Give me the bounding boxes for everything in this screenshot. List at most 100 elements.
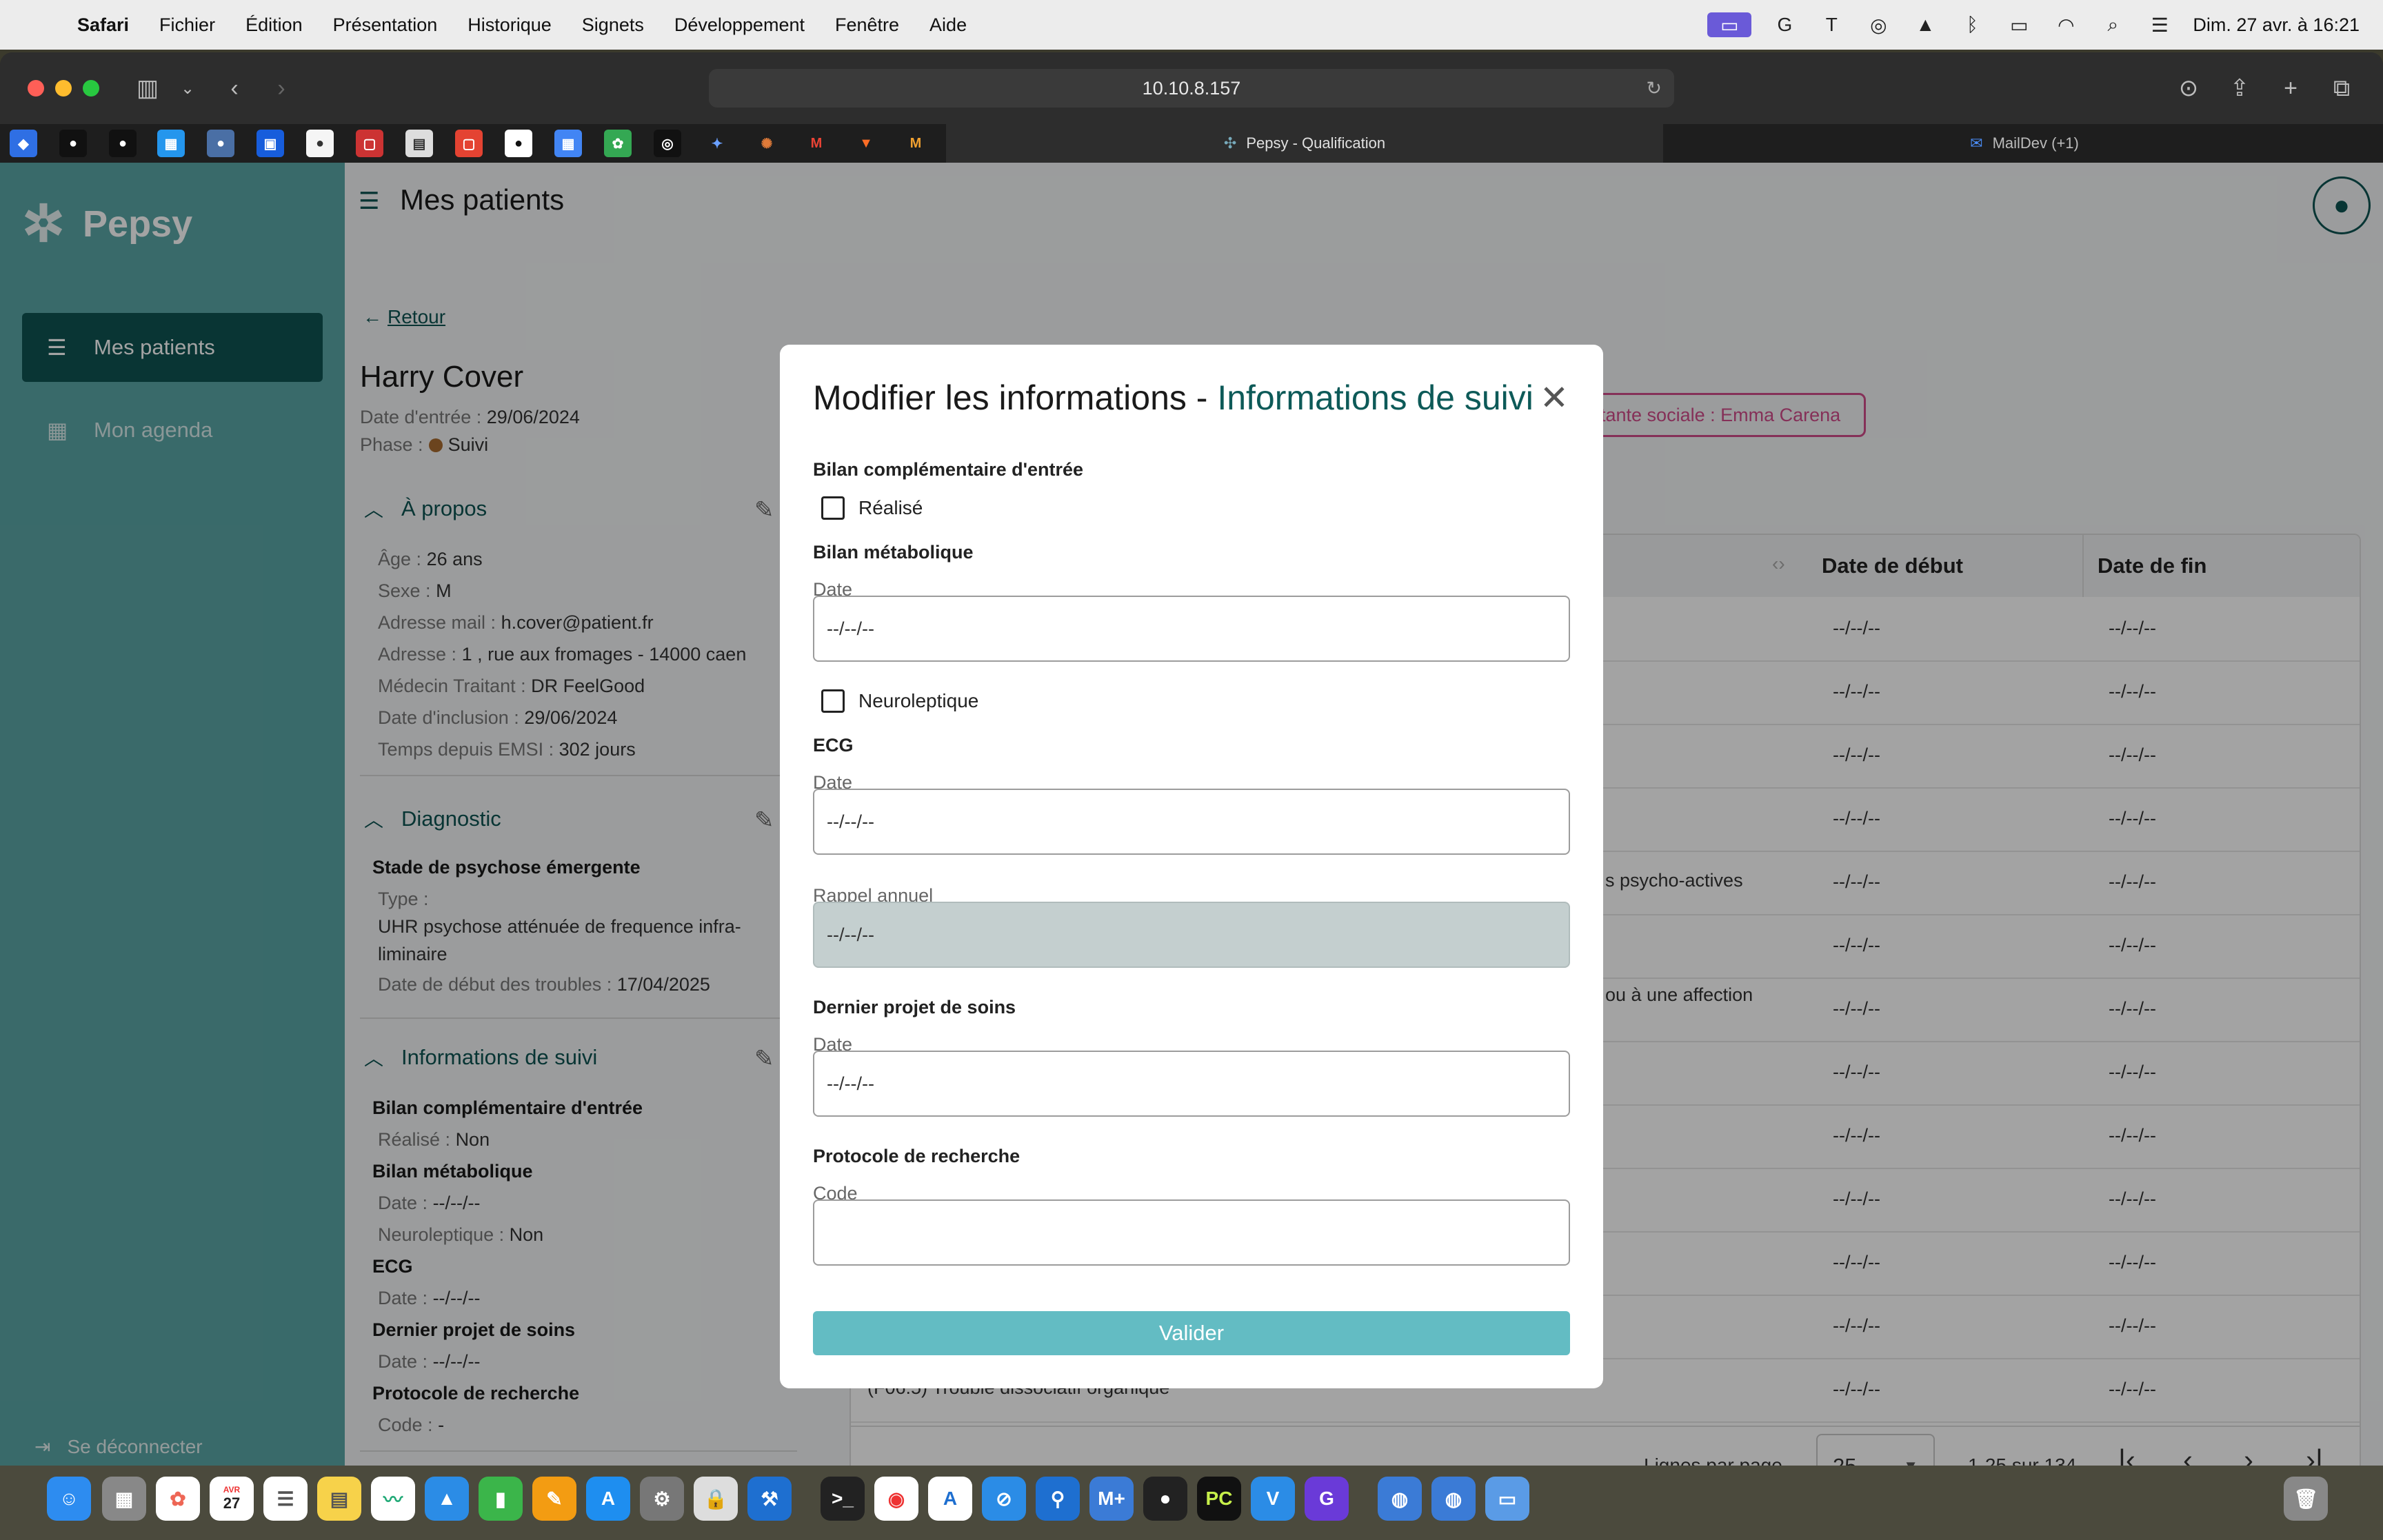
app-store-icon[interactable]: A — [586, 1477, 630, 1521]
favorite-google-calendar-icon[interactable]: ▦ — [554, 130, 582, 157]
pepsy-app: ✲ Pepsy ☰ Mes patients ▦ Mon agenda ⇥ Se… — [0, 163, 2383, 1466]
instruments-icon[interactable]: A — [928, 1477, 972, 1521]
maps-icon[interactable]: ⚲ — [1036, 1477, 1080, 1521]
menu-fenetre[interactable]: Fenêtre — [835, 14, 899, 36]
tab-pepsy[interactable]: ✣ Pepsy - Qualification — [946, 124, 1663, 163]
chevron-down-icon[interactable]: ⌄ — [172, 73, 203, 103]
macos-menubar: Safari Fichier Édition Présentation Hist… — [0, 0, 2383, 50]
tab-overview-icon[interactable]: ⧉ — [2326, 73, 2357, 103]
validate-button[interactable]: Valider — [813, 1311, 1570, 1355]
favorite-calendar-icon[interactable]: ▤ — [405, 130, 433, 157]
pycharm-icon[interactable]: PC — [1197, 1477, 1241, 1521]
favorite-bitwarden-icon[interactable]: ▣ — [257, 130, 284, 157]
screen-mirroring-icon[interactable]: ▭ — [1707, 12, 1752, 37]
menu-aide[interactable]: Aide — [929, 14, 967, 36]
favorite-claude-icon[interactable]: ✺ — [753, 130, 781, 157]
projet-date-field[interactable]: --/--/-- — [813, 1051, 1570, 1117]
code-input[interactable] — [813, 1199, 1570, 1266]
network-icon[interactable]: ◍ — [1378, 1477, 1422, 1521]
bluetooth-icon[interactable]: ᛒ — [1958, 12, 1986, 37]
security-icon[interactable]: 🔒 — [694, 1477, 738, 1521]
calendar-app-icon[interactable]: AVR 27 — [210, 1477, 254, 1521]
pepsy-favicon-icon: ✣ — [1223, 134, 1237, 152]
launchpad-icon[interactable]: ▦ — [102, 1477, 146, 1521]
pages-icon[interactable]: ✎ — [532, 1477, 576, 1521]
menubar-clock[interactable]: Dim. 27 avr. à 16:21 — [2193, 14, 2360, 36]
favorite-plex-icon[interactable]: ● — [306, 130, 334, 157]
favorite-jira-icon[interactable]: ◆ — [10, 130, 37, 157]
menubar-tray: ▭ G T ◎ ▲ ᛒ ▭ ◠ ⌕ ☰ Dim. 27 avr. à 16:21 — [1707, 0, 2360, 50]
vpn-icon[interactable]: ◎ — [1864, 12, 1892, 37]
favorite-todoist-icon[interactable]: ▢ — [455, 130, 483, 157]
close-window-button[interactable] — [28, 80, 44, 97]
menu-presentation[interactable]: Présentation — [333, 14, 438, 36]
control-center-icon[interactable]: ☰ — [2146, 12, 2173, 37]
menu-app-name[interactable]: Safari — [77, 14, 129, 36]
numbers-icon[interactable]: ▮ — [479, 1477, 523, 1521]
checkbox-box[interactable] — [821, 496, 845, 520]
sidebar-toggle-icon[interactable]: ▥ — [132, 73, 163, 103]
menu-fichier[interactable]: Fichier — [159, 14, 215, 36]
chrome-icon[interactable]: ◉ — [874, 1477, 918, 1521]
wifi-icon[interactable]: ◠ — [2052, 12, 2080, 37]
macos-dock: ☺ ▦ ✿ AVR 27 ☰ ▤ 〰 ▲ ▮ ✎ A ⚙ 🔒 ⚒ >_ ◉ A … — [0, 1466, 2383, 1540]
menu-edition[interactable]: Édition — [245, 14, 303, 36]
menu-developpement[interactable]: Développement — [674, 14, 805, 36]
new-tab-icon[interactable]: + — [2275, 73, 2306, 103]
share-icon[interactable]: ⇪ — [2224, 73, 2255, 103]
favorite-gitlab-profile-icon[interactable]: ● — [207, 130, 234, 157]
minimize-window-button[interactable] — [55, 80, 72, 97]
notes-icon[interactable]: ▤ — [317, 1477, 361, 1521]
mplus-icon[interactable]: M+ — [1089, 1477, 1134, 1521]
vscode-icon[interactable]: V — [1251, 1477, 1295, 1521]
finder-icon[interactable]: ☺ — [47, 1477, 91, 1521]
github-desktop-icon[interactable]: ● — [1143, 1477, 1187, 1521]
tt-icon[interactable]: T — [1818, 12, 1845, 37]
ecg-date-field[interactable]: --/--/-- — [813, 789, 1570, 855]
favorite-gemini-icon[interactable]: ✦ — [703, 130, 731, 157]
realise-checkbox[interactable]: Réalisé — [821, 496, 923, 520]
metabolique-date-field[interactable]: --/--/-- — [813, 596, 1570, 662]
safari-icon[interactable]: ⊘ — [982, 1477, 1026, 1521]
zoom-window-button[interactable] — [83, 80, 99, 97]
terminal-icon[interactable]: >_ — [821, 1477, 865, 1521]
favorite-google-photos-icon[interactable]: ✿ — [604, 130, 632, 157]
battery-icon[interactable]: ▭ — [2005, 12, 2033, 37]
favorite-gitlab-icon[interactable]: ▼ — [852, 130, 880, 157]
reminders-icon[interactable]: ☰ — [263, 1477, 308, 1521]
favorite-openai-icon[interactable]: ◎ — [654, 130, 681, 157]
url-bar[interactable]: 10.10.8.157 ↻ — [709, 69, 1674, 108]
keynote-icon[interactable]: ▲ — [425, 1477, 469, 1521]
checkbox-box[interactable] — [821, 689, 845, 713]
rappel-annuel-value: --/--/-- — [827, 924, 874, 945]
notch-icon[interactable]: ▲ — [1911, 12, 1939, 37]
search-icon[interactable]: ⌕ — [2099, 12, 2126, 37]
tab-maildev[interactable]: ✉ MailDev (+1) — [1666, 124, 2383, 163]
gitkraken-icon[interactable]: G — [1305, 1477, 1349, 1521]
reload-icon[interactable]: ↻ — [1646, 78, 1662, 99]
back-icon[interactable]: ‹ — [219, 73, 250, 103]
metabolique-date-value: --/--/-- — [827, 618, 874, 639]
menu-historique[interactable]: Historique — [467, 14, 552, 36]
network2-icon[interactable]: ◍ — [1431, 1477, 1476, 1521]
favorite-github-icon[interactable]: ● — [59, 130, 87, 157]
system-settings-icon[interactable]: ⚙ — [640, 1477, 684, 1521]
downloads-folder-icon[interactable]: ▭ — [1485, 1477, 1529, 1521]
photos-icon[interactable]: ✿ — [156, 1477, 200, 1521]
freeform-icon[interactable]: 〰 — [371, 1477, 415, 1521]
grammarly-icon[interactable]: G — [1771, 12, 1798, 37]
projet-date-value: --/--/-- — [827, 1073, 874, 1094]
favorite-gmail2-icon[interactable]: M — [902, 130, 929, 157]
trash-icon[interactable]: 🗑 — [2284, 1477, 2328, 1521]
favorite-gmail-icon[interactable]: M — [803, 130, 830, 157]
favorite-notion-icon[interactable]: ▢ — [356, 130, 383, 157]
forward-icon[interactable]: › — [266, 73, 296, 103]
neuroleptique-checkbox[interactable]: Neuroleptique — [821, 689, 978, 713]
favorite-apple-icon[interactable]: ● — [505, 130, 532, 157]
xcode-icon[interactable]: ⚒ — [747, 1477, 792, 1521]
menu-signets[interactable]: Signets — [582, 14, 644, 36]
favorite-github2-icon[interactable]: ● — [109, 130, 137, 157]
close-icon[interactable]: ✕ — [1540, 378, 1569, 418]
favorite-docker-icon[interactable]: ▦ — [157, 130, 185, 157]
downloads-icon[interactable]: ⊙ — [2173, 73, 2204, 103]
